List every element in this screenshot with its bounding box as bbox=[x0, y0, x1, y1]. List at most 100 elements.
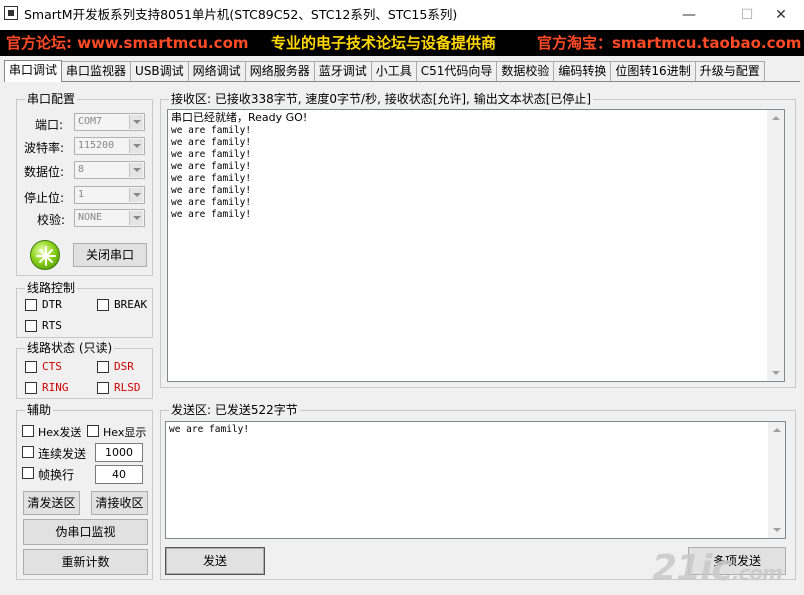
pseudo-monitor-button[interactable]: 伪串口监视 bbox=[23, 519, 148, 545]
port-select[interactable]: COM7 bbox=[74, 113, 145, 131]
scroll-down-icon[interactable] bbox=[768, 521, 785, 538]
cts-label: CTS bbox=[42, 360, 62, 373]
chevron-down-icon bbox=[129, 211, 143, 225]
stopbits-value: 1 bbox=[78, 189, 85, 200]
clear-receive-button[interactable]: 清接收区 bbox=[91, 491, 148, 515]
dtr-label: DTR bbox=[42, 298, 62, 311]
reset-count-button[interactable]: 重新计数 bbox=[23, 549, 148, 575]
minimize-button[interactable]: — bbox=[666, 0, 712, 30]
line-status-title: 线路状态 (只读) bbox=[25, 341, 115, 355]
receive-line: we are family! bbox=[171, 197, 252, 208]
rts-checkbox[interactable] bbox=[25, 320, 37, 332]
banner-slogan: 专业的电子技术论坛与设备提供商 bbox=[271, 34, 497, 52]
close-window-button[interactable]: ✕ bbox=[758, 0, 804, 30]
dtr-checkbox[interactable] bbox=[25, 299, 37, 311]
aux-title: 辅助 bbox=[25, 403, 54, 417]
rts-label: RTS bbox=[42, 319, 62, 332]
line-control-title: 线路控制 bbox=[25, 281, 78, 295]
receive-textarea[interactable]: 串口已经就绪，Ready GO! we are family! we are f… bbox=[167, 109, 785, 382]
parity-label: 校验: bbox=[37, 213, 66, 227]
receive-content: 串口已经就绪，Ready GO! we are family! we are f… bbox=[171, 112, 307, 221]
receive-line: 串口已经就绪，Ready GO! bbox=[171, 111, 308, 124]
scroll-down-icon[interactable] bbox=[767, 364, 784, 381]
databits-select[interactable]: 8 bbox=[74, 161, 145, 179]
ring-checkbox bbox=[25, 382, 37, 394]
tab-bar: 串口调试 串口监视器 USB调试 网络调试 网络服务器 蓝牙调试 小工具 C51… bbox=[4, 60, 765, 82]
baud-value: 115200 bbox=[78, 140, 115, 151]
banner-taobao-link[interactable]: 官方淘宝：smartmcu.taobao.com bbox=[537, 30, 801, 56]
parity-value: NONE bbox=[78, 212, 103, 223]
ring-label: RING bbox=[42, 381, 69, 394]
chevron-down-icon bbox=[129, 163, 143, 177]
chevron-down-icon bbox=[129, 115, 143, 129]
frame-newline-checkbox[interactable] bbox=[22, 467, 34, 479]
tab-usb-debug[interactable]: USB调试 bbox=[130, 61, 189, 82]
sparkle-icon bbox=[36, 246, 56, 266]
tab-divider bbox=[4, 81, 800, 82]
send-content: we are family! bbox=[169, 424, 250, 435]
app-icon bbox=[4, 6, 18, 20]
receive-line: we are family! bbox=[171, 125, 252, 136]
hex-show-checkbox[interactable] bbox=[87, 425, 99, 437]
continuous-send-label: 连续发送 bbox=[38, 447, 87, 461]
parity-select[interactable]: NONE bbox=[74, 209, 145, 227]
scroll-up-icon[interactable] bbox=[767, 110, 784, 127]
receive-line: we are family! bbox=[171, 185, 252, 196]
chevron-down-icon bbox=[129, 139, 143, 153]
receive-title: 接收区: 已接收338字节, 速度0字节/秒, 接收状态[允许], 输出文本状态… bbox=[169, 92, 594, 106]
tab-checksum[interactable]: 数据校验 bbox=[496, 61, 555, 82]
continuous-interval-input[interactable]: 1000 bbox=[95, 443, 143, 462]
frame-newline-label: 帧换行 bbox=[38, 468, 75, 482]
ad-banner: 官方论坛: www.smartmcu.com 专业的电子技术论坛与设备提供商 官… bbox=[0, 30, 804, 56]
port-label: 端口: bbox=[35, 118, 64, 132]
tab-upgrade-config[interactable]: 升级与配置 bbox=[694, 61, 765, 82]
tab-encoding[interactable]: 编码转换 bbox=[553, 61, 612, 82]
databits-value: 8 bbox=[78, 164, 85, 175]
tab-serial-monitor[interactable]: 串口监视器 bbox=[61, 61, 132, 82]
tab-serial-debug[interactable]: 串口调试 bbox=[4, 60, 63, 82]
hex-send-label: Hex发送 bbox=[38, 426, 82, 439]
serial-config-title: 串口配置 bbox=[25, 92, 78, 106]
scroll-up-icon[interactable] bbox=[768, 422, 785, 439]
tab-bluetooth-debug[interactable]: 蓝牙调试 bbox=[313, 61, 372, 82]
receive-scrollbar[interactable] bbox=[767, 110, 784, 381]
baud-select[interactable]: 115200 bbox=[74, 137, 145, 155]
tab-bitmap-hex[interactable]: 位图转16进制 bbox=[610, 61, 696, 82]
port-value: COM7 bbox=[78, 116, 103, 127]
send-title: 发送区: 已发送522字节 bbox=[169, 403, 300, 417]
receive-line: we are family! bbox=[171, 209, 252, 220]
title-bar: SmartM开发板系列支持8051单片机(STC89C52、STC12系列、ST… bbox=[0, 0, 804, 30]
tab-c51-wizard[interactable]: C51代码向导 bbox=[415, 61, 498, 82]
clear-send-button[interactable]: 清发送区 bbox=[23, 491, 80, 515]
frame-length-input[interactable]: 40 bbox=[95, 465, 143, 484]
baud-label: 波特率: bbox=[24, 141, 65, 155]
watermark: 21ic.com bbox=[652, 548, 783, 589]
watermark-suffix: .com bbox=[731, 561, 783, 585]
rlsd-label: RLSD bbox=[114, 381, 141, 394]
hex-show-label: Hex显示 bbox=[103, 426, 147, 439]
rlsd-checkbox bbox=[97, 382, 109, 394]
dsr-label: DSR bbox=[114, 360, 134, 373]
continuous-send-checkbox[interactable] bbox=[22, 446, 34, 458]
receive-line: we are family! bbox=[171, 149, 252, 160]
databits-label: 数据位: bbox=[24, 165, 65, 179]
stopbits-select[interactable]: 1 bbox=[74, 186, 145, 204]
receive-line: we are family! bbox=[171, 161, 252, 172]
stopbits-label: 停止位: bbox=[24, 191, 65, 205]
send-button[interactable]: 发送 bbox=[165, 547, 265, 575]
banner-forum-link[interactable]: 官方论坛: www.smartmcu.com bbox=[6, 30, 249, 56]
close-port-button[interactable]: 关闭串口 bbox=[73, 243, 147, 267]
hex-send-checkbox[interactable] bbox=[22, 425, 34, 437]
break-checkbox[interactable] bbox=[97, 299, 109, 311]
window-title: SmartM开发板系列支持8051单片机(STC89C52、STC12系列、ST… bbox=[24, 7, 458, 22]
port-status-led-icon bbox=[30, 240, 60, 270]
send-scrollbar[interactable] bbox=[768, 422, 785, 538]
chevron-down-icon bbox=[129, 188, 143, 202]
dsr-checkbox bbox=[97, 361, 109, 373]
send-textarea[interactable]: we are family! bbox=[165, 421, 786, 539]
tab-network-debug[interactable]: 网络调试 bbox=[187, 61, 246, 82]
break-label: BREAK bbox=[114, 298, 148, 311]
tab-network-server[interactable]: 网络服务器 bbox=[244, 61, 315, 82]
receive-line: we are family! bbox=[171, 173, 252, 184]
tab-tools[interactable]: 小工具 bbox=[370, 61, 417, 82]
